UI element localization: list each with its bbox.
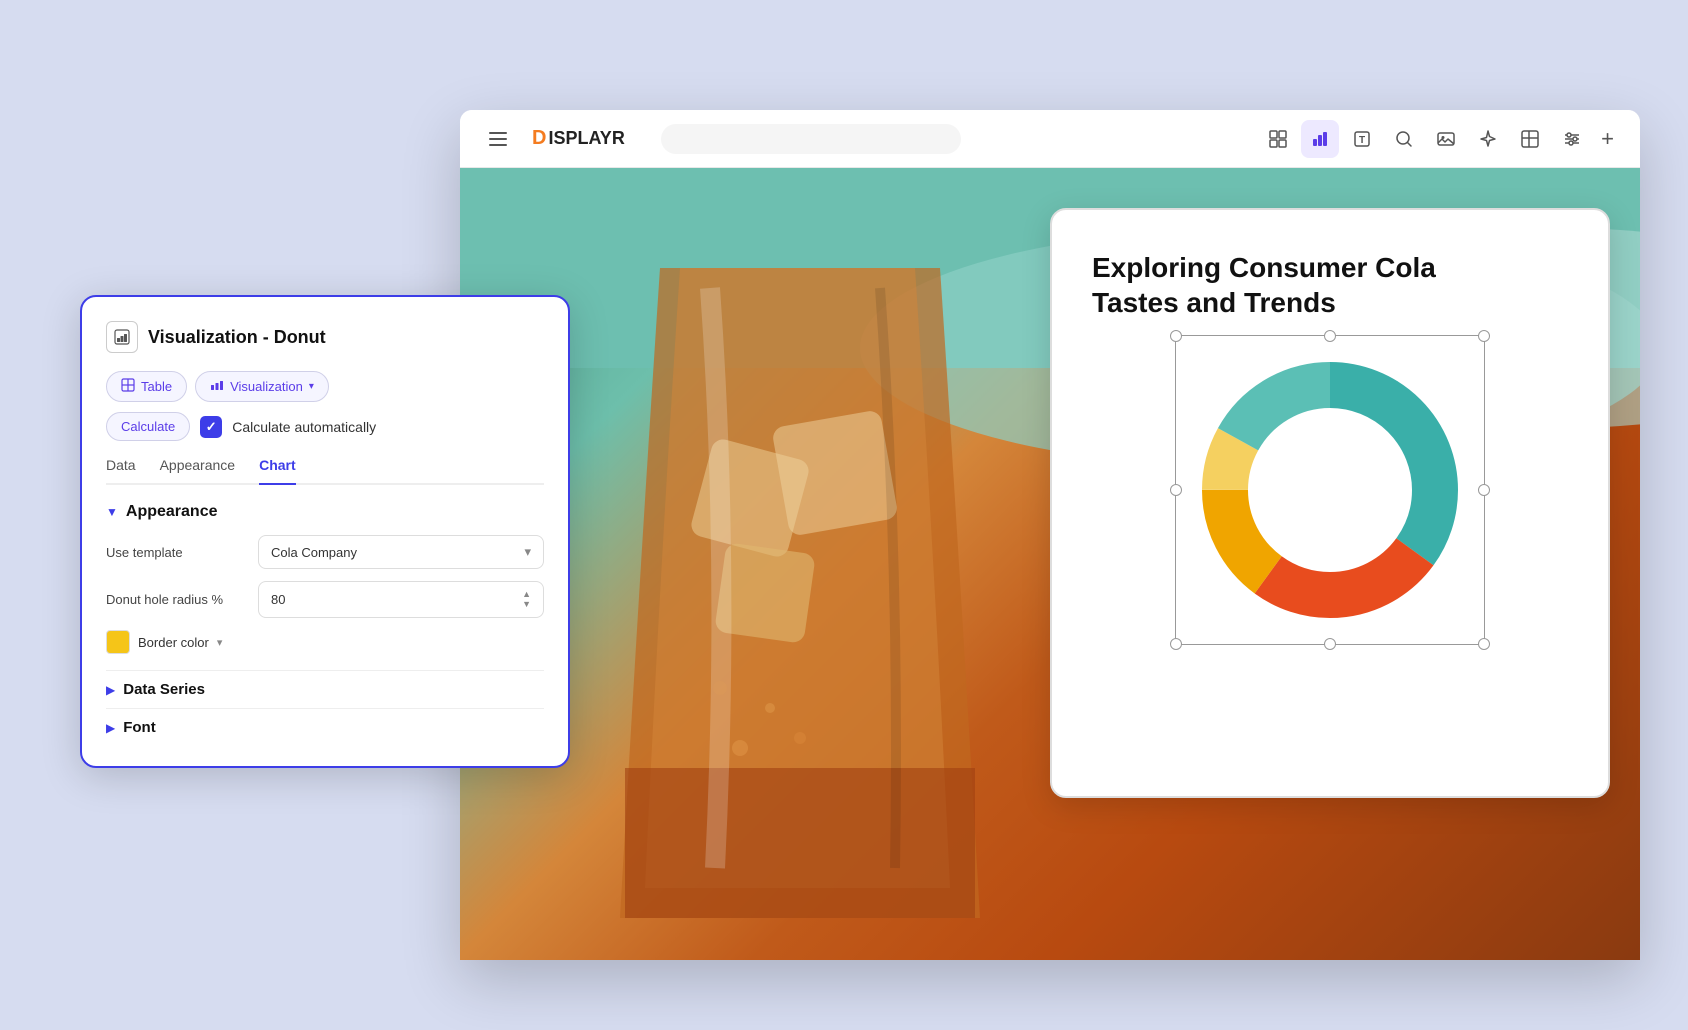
handle-top-right[interactable] xyxy=(1478,330,1490,342)
use-template-row: Use template Cola Company ▾ xyxy=(106,535,544,569)
tab-appearance[interactable]: Appearance xyxy=(160,457,236,485)
handle-top-left[interactable] xyxy=(1170,330,1182,342)
appearance-chevron-icon: ▼ xyxy=(106,505,118,519)
visualization-dropdown-arrow: ▾ xyxy=(309,381,314,392)
handle-top-center[interactable] xyxy=(1324,330,1336,342)
spinner-up[interactable]: ▲ xyxy=(522,590,531,599)
appearance-section: ▼ Appearance Use template Cola Company ▾… xyxy=(106,503,544,654)
donut-chart[interactable] xyxy=(1190,350,1470,630)
handle-bottom-right[interactable] xyxy=(1478,638,1490,650)
toolbar-icons: T xyxy=(1259,120,1620,158)
panel-header: Visualization - Donut xyxy=(106,321,544,353)
chart-slide: Exploring Consumer ColaTastes and Trends xyxy=(1050,208,1610,798)
border-color-label[interactable]: Border color xyxy=(138,635,209,650)
visualization-tab-icon xyxy=(210,378,224,395)
font-chevron-icon: ▶ xyxy=(106,721,115,735)
donut-radius-input[interactable]: 80 ▲ ▼ xyxy=(258,581,544,618)
donut-radius-value: 80 xyxy=(271,592,285,607)
panel-header-icon xyxy=(106,321,138,353)
add-button[interactable]: + xyxy=(1595,120,1620,158)
appearance-section-title: Appearance xyxy=(126,503,218,521)
image-icon[interactable] xyxy=(1427,120,1465,158)
hamburger-button[interactable] xyxy=(480,121,516,157)
border-color-chevron: ▾ xyxy=(217,636,223,649)
calculate-row: Calculate Calculate automatically xyxy=(106,412,544,441)
font-section[interactable]: ▶ Font xyxy=(106,708,544,746)
use-template-arrow: ▾ xyxy=(524,544,531,560)
data-series-title: Data Series xyxy=(123,681,205,698)
donut-radius-label: Donut hole radius % xyxy=(106,592,246,607)
logo-d-letter: D xyxy=(532,127,546,150)
table-tab-label: Table xyxy=(141,379,172,394)
sparkle-icon[interactable] xyxy=(1469,120,1507,158)
browser-toolbar: D ISPLAYR xyxy=(460,110,1640,168)
calculate-auto-label: Calculate automatically xyxy=(232,419,376,435)
chart-title: Exploring Consumer ColaTastes and Trends xyxy=(1092,250,1568,320)
use-template-label: Use template xyxy=(106,545,246,560)
table-tab-icon xyxy=(121,378,135,395)
text-box-icon[interactable]: T xyxy=(1343,120,1381,158)
tab-chart[interactable]: Chart xyxy=(259,457,296,485)
spinner-arrows: ▲ ▼ xyxy=(522,590,531,609)
spinner-down[interactable]: ▼ xyxy=(522,600,531,609)
donut-svg xyxy=(1190,350,1470,630)
svg-text:T: T xyxy=(1359,135,1365,146)
donut-radius-row: Donut hole radius % 80 ▲ ▼ xyxy=(106,581,544,618)
grid-icon[interactable] xyxy=(1259,120,1297,158)
use-template-select[interactable]: Cola Company ▾ xyxy=(258,535,544,569)
appearance-section-header[interactable]: ▼ Appearance xyxy=(106,503,544,521)
url-bar[interactable] xyxy=(661,124,961,154)
tab-data[interactable]: Data xyxy=(106,457,136,485)
table-grid-icon[interactable] xyxy=(1511,120,1549,158)
visualization-tab-button[interactable]: Visualization ▾ xyxy=(195,371,329,402)
calculate-auto-checkbox[interactable] xyxy=(200,416,222,438)
table-tab-button[interactable]: Table xyxy=(106,371,187,402)
use-template-value: Cola Company xyxy=(271,545,357,560)
search-circle-icon[interactable] xyxy=(1385,120,1423,158)
main-tabs: Data Appearance Chart xyxy=(106,457,544,485)
calculate-button[interactable]: Calculate xyxy=(106,412,190,441)
font-section-title: Font xyxy=(123,719,155,736)
handle-middle-right[interactable] xyxy=(1478,484,1490,496)
handle-bottom-left[interactable] xyxy=(1170,638,1182,650)
handle-bottom-center[interactable] xyxy=(1324,638,1336,650)
panel-title: Visualization - Donut xyxy=(148,327,326,348)
panel-tabs-row: Table Visualization ▾ xyxy=(106,371,544,402)
data-series-chevron-icon: ▶ xyxy=(106,683,115,697)
handle-middle-left[interactable] xyxy=(1170,484,1182,496)
properties-panel: Visualization - Donut Table Visua xyxy=(80,295,570,768)
visualization-tab-label: Visualization xyxy=(230,379,303,394)
sliders-icon[interactable] xyxy=(1553,120,1591,158)
use-template-control: Cola Company ▾ xyxy=(258,535,544,569)
browser-content: Exploring Consumer ColaTastes and Trends xyxy=(460,168,1640,960)
browser-window: D ISPLAYR xyxy=(460,110,1640,960)
logo-text: ISPLAYR xyxy=(548,128,624,149)
border-color-swatch[interactable] xyxy=(106,630,130,654)
border-color-row: Border color ▾ xyxy=(106,630,544,654)
chart-bar-icon[interactable] xyxy=(1301,120,1339,158)
data-series-section[interactable]: ▶ Data Series xyxy=(106,670,544,708)
displayr-logo: D ISPLAYR xyxy=(532,127,625,150)
donut-radius-control: 80 ▲ ▼ xyxy=(258,581,544,618)
